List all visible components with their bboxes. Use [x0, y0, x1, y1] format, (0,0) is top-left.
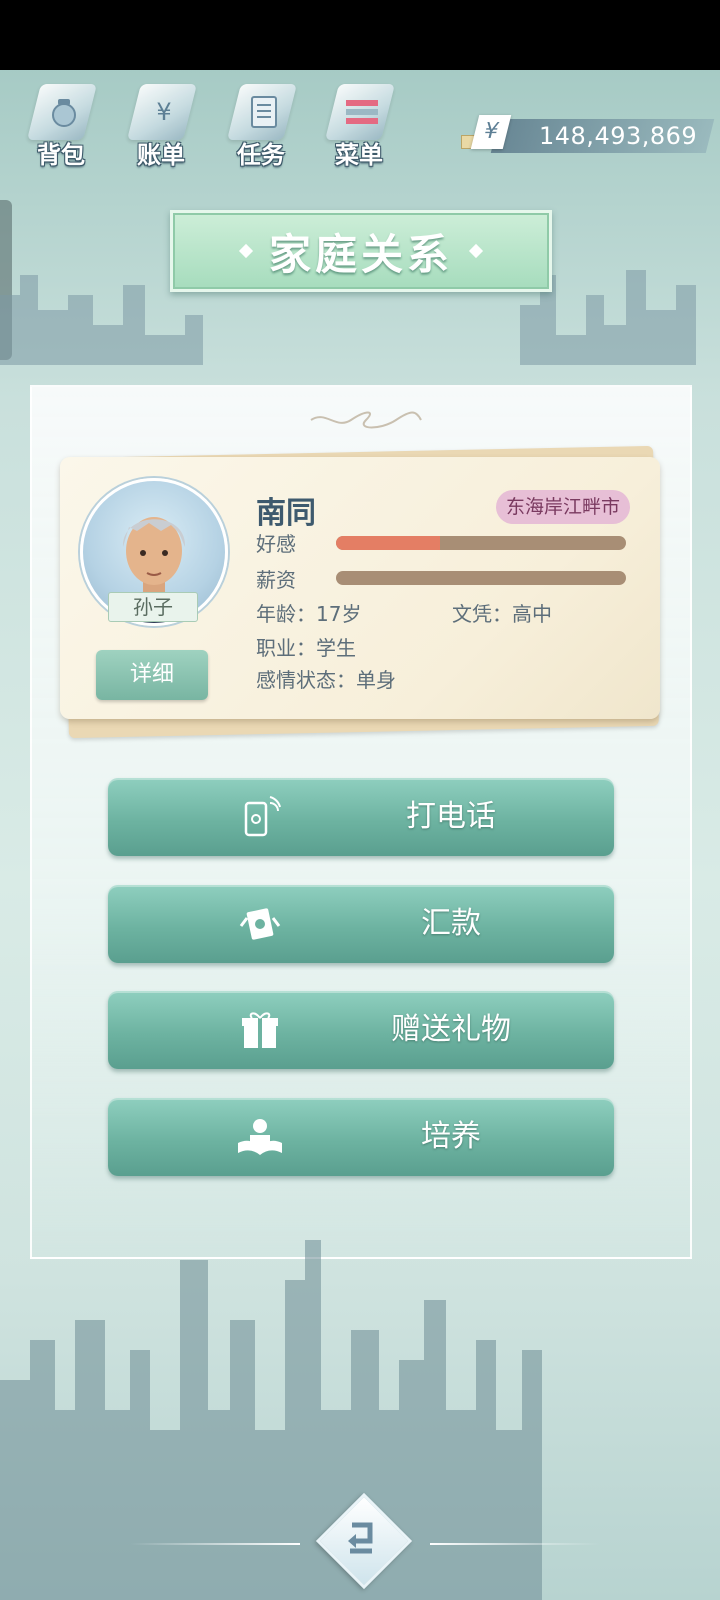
divider-left [130, 1543, 300, 1545]
call-button[interactable]: 打电话 [108, 778, 614, 856]
nav-task-label: 任务 [237, 141, 285, 169]
detail-button[interactable]: 详细 [96, 650, 208, 700]
favor-bar-fill [336, 536, 441, 550]
study-book-icon [236, 1114, 284, 1160]
transfer-money-label: 汇款 [421, 906, 481, 941]
status-bar [0, 0, 720, 70]
education-text: 文凭：高中 [452, 602, 552, 626]
salary-bar [336, 571, 626, 585]
favor-bar [336, 536, 626, 550]
gift-icon [236, 1007, 284, 1053]
nav-bill-label: 账单 [137, 141, 185, 169]
phone-icon [236, 794, 284, 840]
diamond-icon [238, 243, 254, 259]
nav-bag-button[interactable]: 背包 [18, 78, 104, 178]
age-text: 年龄：17岁 [256, 602, 362, 626]
salary-label: 薪资 [256, 568, 296, 592]
nav-menu-label: 菜单 [335, 141, 383, 169]
nurture-button[interactable]: 培养 [108, 1098, 614, 1176]
menu-icon [344, 94, 380, 130]
send-gift-label: 赠送礼物 [391, 1012, 511, 1047]
transfer-money-button[interactable]: 汇款 [108, 885, 614, 963]
money-transfer-icon [236, 901, 284, 947]
money-amount: 148,493,869 [539, 122, 698, 150]
yen-bill-icon: ¥ [156, 98, 172, 126]
nav-bag-label: 背包 [37, 141, 85, 169]
favor-label: 好感 [256, 532, 296, 556]
back-arrow-icon [348, 1522, 373, 1554]
ornament-divider-icon [306, 408, 426, 432]
divider-right [430, 1543, 600, 1545]
nurture-label: 培养 [421, 1119, 481, 1154]
page-title-banner: 家庭关系 [170, 210, 552, 292]
relation-tag: 孙子 [108, 592, 198, 622]
task-list-icon [246, 94, 282, 130]
nav-bill-button[interactable]: ¥ 账单 [118, 78, 204, 178]
send-gift-button[interactable]: 赠送礼物 [108, 991, 614, 1069]
call-label: 打电话 [406, 799, 496, 834]
money-display: ¥ 148,493,869 [461, 115, 715, 155]
bag-icon [46, 94, 82, 130]
page-title: 家庭关系 [268, 229, 453, 279]
nav-menu-button[interactable]: 菜单 [316, 78, 402, 178]
relationship-status-text: 感情状态：单身 [256, 668, 396, 692]
diamond-icon [468, 243, 484, 259]
back-button[interactable] [315, 1492, 413, 1590]
city-tag: 东海岸江畔市 [496, 490, 631, 524]
occupation-text: 职业：学生 [256, 636, 356, 660]
member-name: 南同 [256, 496, 316, 531]
nav-task-button[interactable]: 任务 [218, 78, 304, 178]
